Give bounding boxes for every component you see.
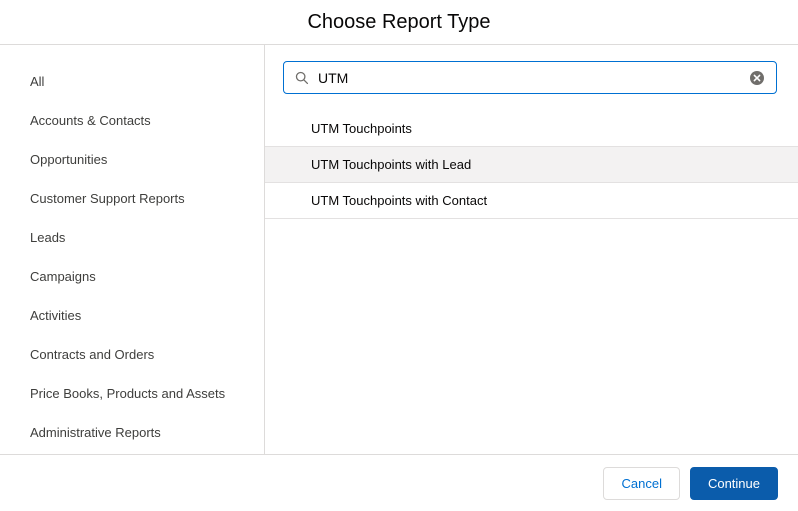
- cancel-button[interactable]: Cancel: [603, 466, 680, 500]
- sidebar-item-activities[interactable]: Activities: [30, 296, 264, 335]
- report-type-row[interactable]: UTM Touchpoints with Lead: [265, 147, 798, 183]
- sidebar-item-all[interactable]: All: [30, 62, 264, 101]
- sidebar-item-accounts-contacts[interactable]: Accounts & Contacts: [30, 101, 264, 140]
- report-type-main-panel: UTM Touchpoints UTM Touchpoints with Lea…: [265, 45, 798, 454]
- report-category-sidebar: All Accounts & Contacts Opportunities Cu…: [0, 45, 265, 454]
- search-input[interactable]: [318, 69, 741, 86]
- modal-footer: Cancel Continue: [0, 454, 798, 511]
- sidebar-item-opportunities[interactable]: Opportunities: [30, 140, 264, 179]
- report-type-results-list: UTM Touchpoints UTM Touchpoints with Lea…: [265, 111, 798, 219]
- report-type-row[interactable]: UTM Touchpoints with Contact: [265, 183, 798, 219]
- modal-header: Choose Report Type: [0, 0, 798, 45]
- modal-body: All Accounts & Contacts Opportunities Cu…: [0, 45, 798, 454]
- sidebar-item-administrative-reports[interactable]: Administrative Reports: [30, 413, 264, 452]
- modal-title: Choose Report Type: [307, 10, 491, 33]
- sidebar-item-leads[interactable]: Leads: [30, 218, 264, 257]
- sidebar-item-contracts-orders[interactable]: Contracts and Orders: [30, 335, 264, 374]
- continue-button[interactable]: Continue: [689, 466, 778, 500]
- choose-report-type-modal: Choose Report Type All Accounts & Contac…: [0, 0, 798, 511]
- search-box[interactable]: [283, 61, 777, 94]
- clear-search-button[interactable]: [749, 70, 765, 86]
- sidebar-item-price-books-products-assets[interactable]: Price Books, Products and Assets: [30, 374, 264, 413]
- sidebar-item-campaigns[interactable]: Campaigns: [30, 257, 264, 296]
- sidebar-item-customer-support-reports[interactable]: Customer Support Reports: [30, 179, 264, 218]
- search-icon: [295, 71, 309, 85]
- clear-icon: [749, 70, 765, 86]
- report-type-row[interactable]: UTM Touchpoints: [265, 111, 798, 147]
